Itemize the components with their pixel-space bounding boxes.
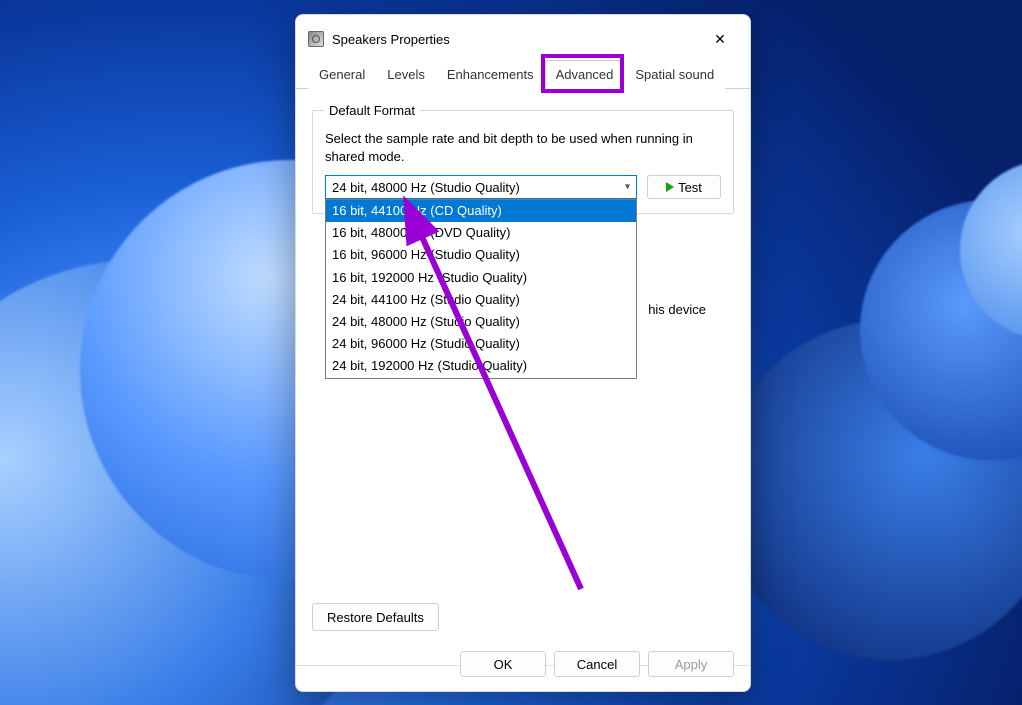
format-option[interactable]: 24 bit, 96000 Hz (Studio Quality) [326,333,636,355]
test-button-label: Test [678,180,702,195]
tab-advanced[interactable]: Advanced [545,60,625,89]
format-option[interactable]: 24 bit, 48000 Hz (Studio Quality) [326,311,636,333]
format-option[interactable]: 16 bit, 44100 Hz (CD Quality) [326,200,636,222]
tab-strip: General Levels Enhancements Advanced Spa… [296,59,750,89]
tab-content: Default Format Select the sample rate an… [296,89,750,691]
format-selected-value: 24 bit, 48000 Hz (Studio Quality) [332,180,520,195]
tab-spatial-sound[interactable]: Spatial sound [624,60,725,89]
play-icon [666,182,674,192]
exclusive-mode-text-fragment: his device [648,302,706,317]
chevron-down-icon: ▾ [625,182,630,193]
format-option[interactable]: 16 bit, 96000 Hz (Studio Quality) [326,244,636,266]
tab-enhancements[interactable]: Enhancements [436,60,545,89]
speaker-icon [308,31,324,47]
default-format-legend: Default Format [325,103,419,118]
restore-defaults-button[interactable]: Restore Defaults [312,603,439,631]
cancel-button[interactable]: Cancel [554,651,640,677]
default-format-description: Select the sample rate and bit depth to … [325,130,721,165]
tab-levels[interactable]: Levels [376,60,436,89]
titlebar: Speakers Properties ✕ [296,15,750,59]
tab-general[interactable]: General [308,60,376,89]
format-combobox[interactable]: 24 bit, 48000 Hz (Studio Quality) ▾ 16 b… [325,175,637,199]
format-option[interactable]: 24 bit, 44100 Hz (Studio Quality) [326,289,636,311]
test-button[interactable]: Test [647,175,721,199]
default-format-group: Default Format Select the sample rate an… [312,103,734,214]
dialog-footer: OK Cancel Apply [460,651,734,677]
format-option[interactable]: 16 bit, 192000 Hz (Studio Quality) [326,267,636,289]
format-dropdown[interactable]: 16 bit, 44100 Hz (CD Quality)16 bit, 480… [325,199,637,379]
speakers-properties-dialog: Speakers Properties ✕ General Levels Enh… [295,14,751,692]
ok-button[interactable]: OK [460,651,546,677]
close-icon: ✕ [714,31,726,48]
apply-button[interactable]: Apply [648,651,734,677]
format-option[interactable]: 24 bit, 192000 Hz (Studio Quality) [326,355,636,377]
format-option[interactable]: 16 bit, 48000 Hz (DVD Quality) [326,222,636,244]
close-button[interactable]: ✕ [702,25,738,53]
window-title: Speakers Properties [332,32,450,47]
